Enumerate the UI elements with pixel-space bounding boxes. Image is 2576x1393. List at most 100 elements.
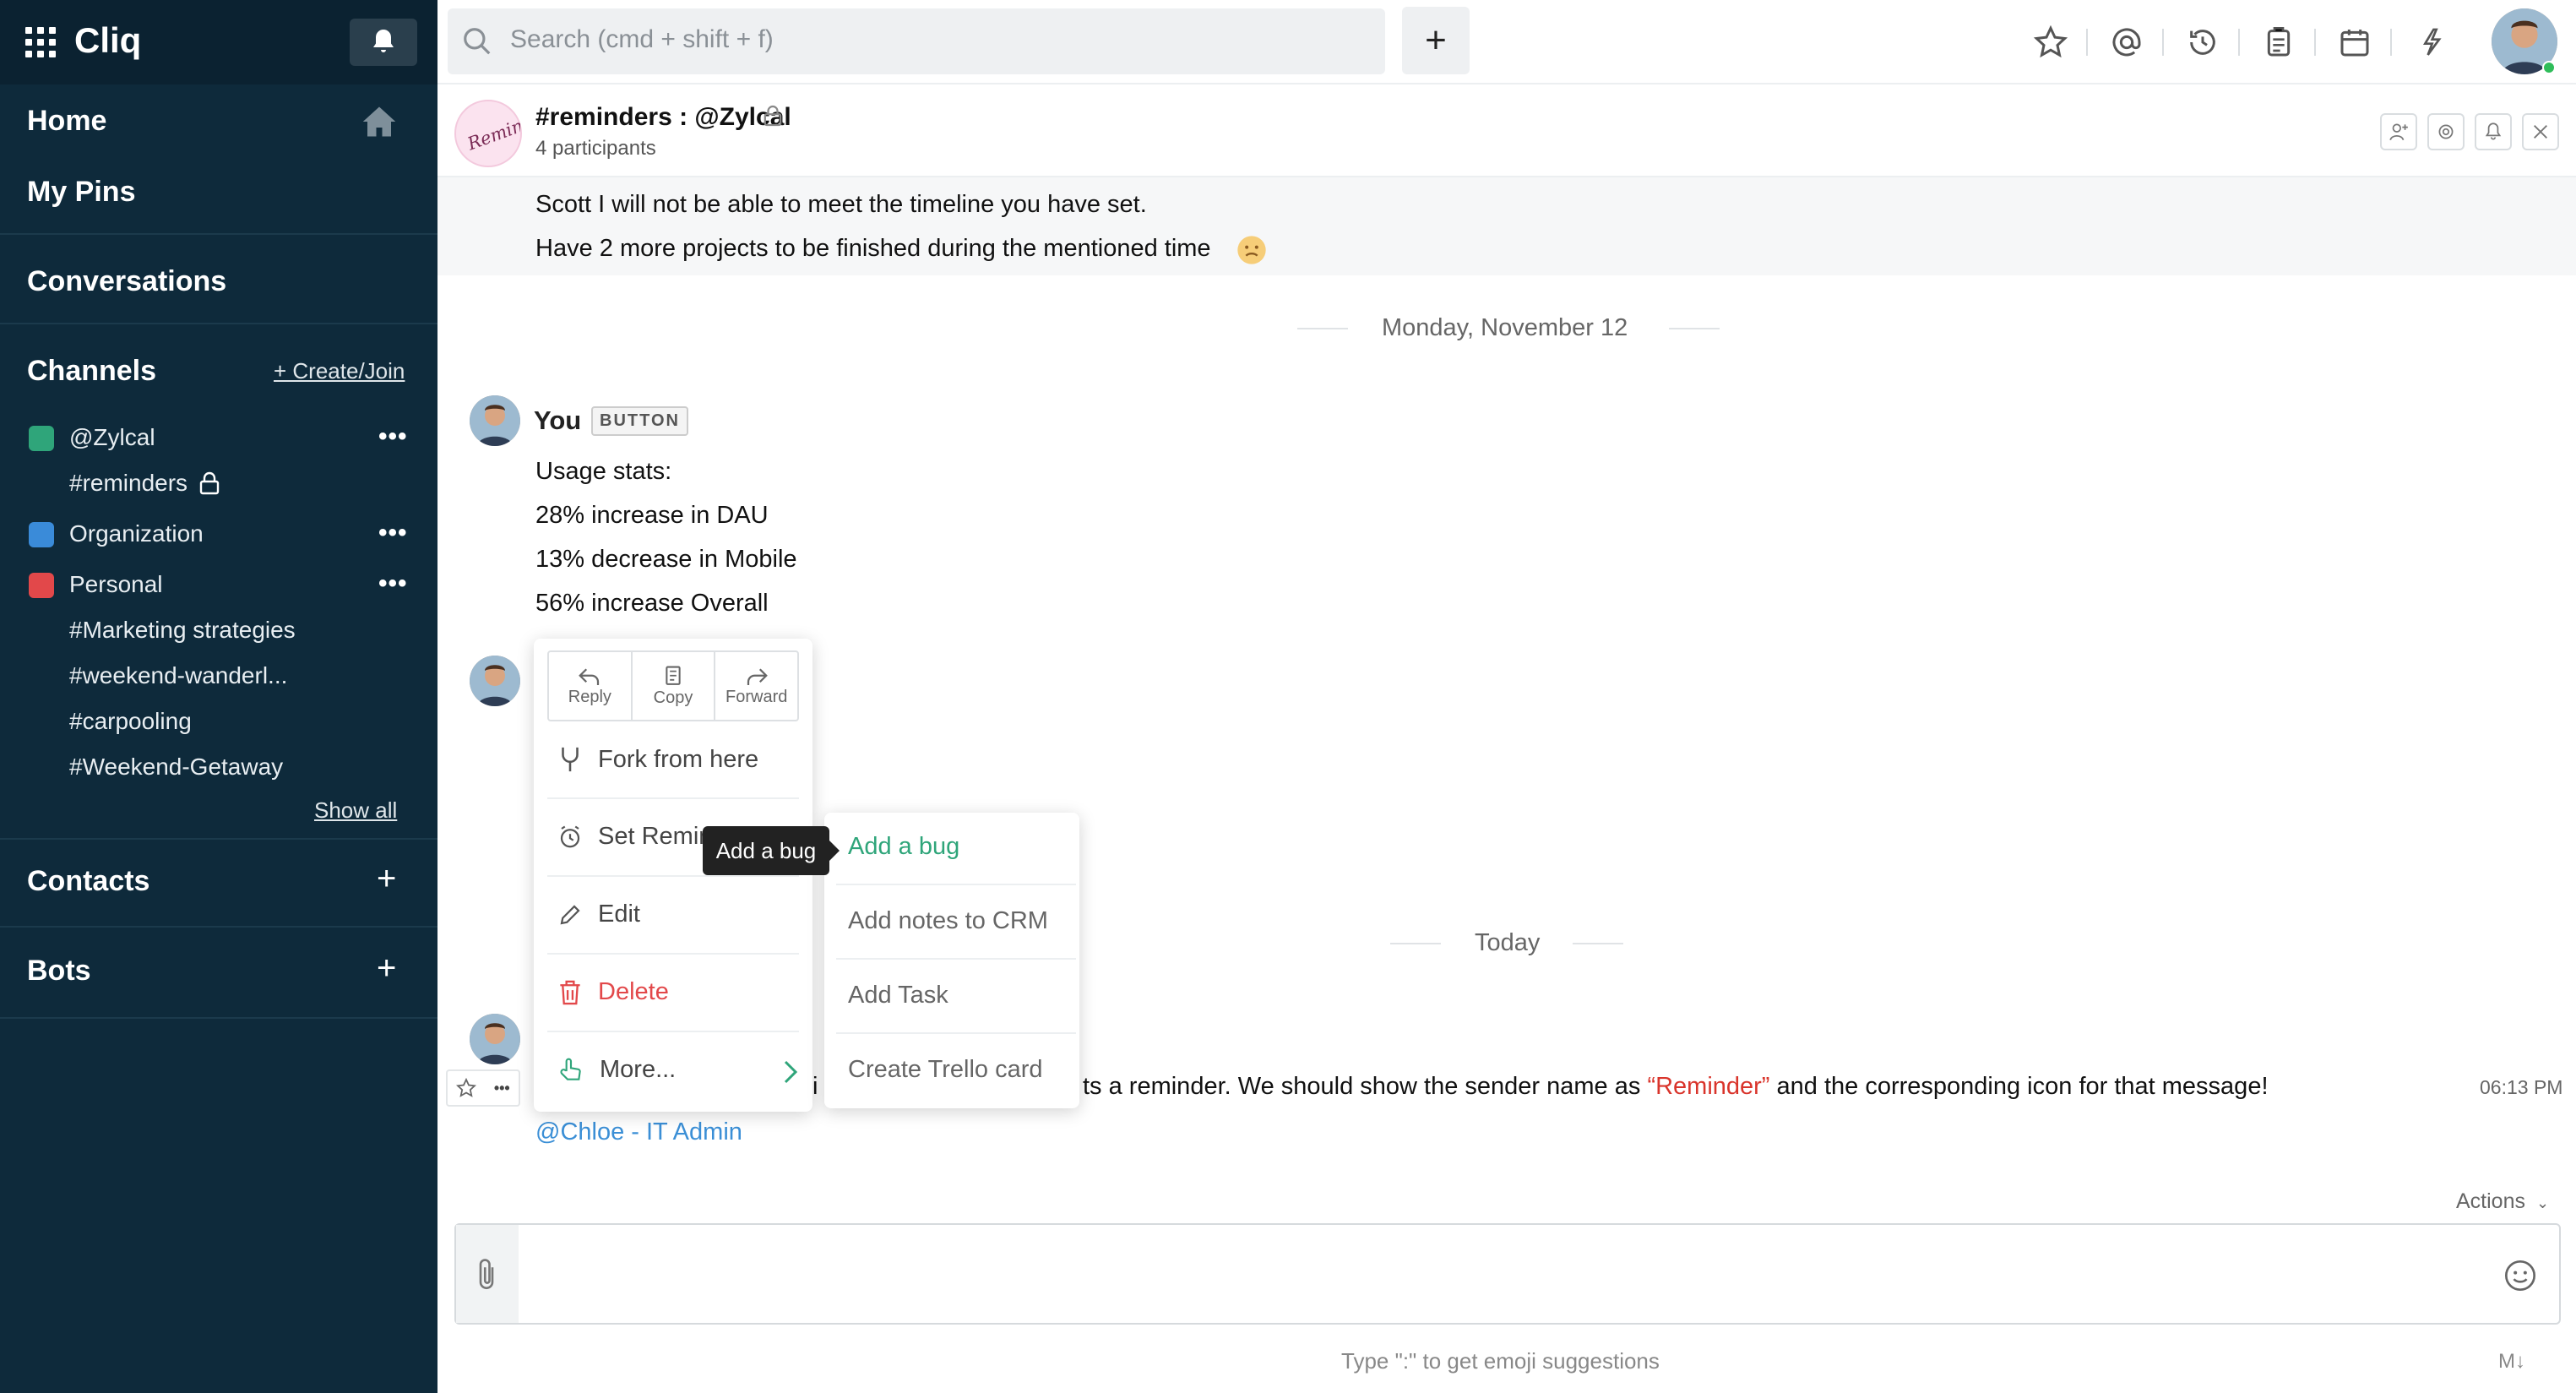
sidebar-item-weekend-getaway[interactable]: #Weekend-Getaway xyxy=(69,754,283,781)
delete-menu-item[interactable]: Delete xyxy=(557,978,669,1006)
forward-label: Forward xyxy=(726,687,788,706)
participant-count[interactable]: 4 participants xyxy=(535,137,656,161)
sidebar-item-weekend-wanderl[interactable]: #weekend-wanderl... xyxy=(69,662,287,689)
trash-icon xyxy=(560,980,580,1004)
call-button[interactable] xyxy=(2427,113,2465,150)
bell-icon xyxy=(2485,122,2502,140)
message-text: ts a reminder. We should show the sender… xyxy=(1083,1073,1641,1100)
sidebar: Cliq Home My Pins Conversations Channels… xyxy=(0,0,437,1393)
sender-avatar[interactable] xyxy=(470,1014,520,1064)
lock-icon xyxy=(199,471,220,495)
new-button[interactable]: + xyxy=(1402,7,1470,74)
divider xyxy=(0,1017,437,1019)
search-placeholder: Search (cmd + shift + f) xyxy=(510,25,774,53)
forward-button[interactable]: Forward xyxy=(715,652,797,720)
mention-icon[interactable] xyxy=(2110,25,2144,59)
notifications-button[interactable] xyxy=(350,19,417,66)
chevron-right-icon xyxy=(784,1060,798,1084)
organization-more-icon[interactable]: ••• xyxy=(378,519,408,547)
sidebar-item-home[interactable]: Home xyxy=(27,105,106,138)
add-task-menu-item[interactable]: Add Task xyxy=(848,982,948,1009)
channel-header xyxy=(437,86,2576,177)
date-divider xyxy=(1390,943,1441,944)
create-trello-card-menu-item[interactable]: Create Trello card xyxy=(848,1056,1043,1084)
copy-button[interactable]: Copy xyxy=(633,652,716,720)
fork-menu-item[interactable]: Fork from here xyxy=(557,745,758,774)
zylcal-more-icon[interactable]: ••• xyxy=(378,422,408,451)
tasks-icon[interactable] xyxy=(2262,25,2296,59)
menu-separator xyxy=(547,797,799,799)
home-icon[interactable] xyxy=(361,105,397,139)
fork-label: Fork from here xyxy=(598,745,759,773)
actions-dropdown[interactable]: Actions ⌄ xyxy=(2456,1189,2549,1214)
set-reminder-menu-item[interactable]: Set Remin xyxy=(557,823,712,851)
integrations-icon[interactable] xyxy=(2414,25,2448,59)
reply-icon xyxy=(579,667,600,685)
edit-menu-item[interactable]: Edit xyxy=(557,901,640,928)
more-options-icon[interactable]: ••• xyxy=(494,1080,510,1097)
sender-name[interactable]: You xyxy=(534,405,581,436)
sender-avatar[interactable] xyxy=(470,395,520,446)
message-text: Scott I will not be able to meet the tim… xyxy=(535,191,1147,218)
alarm-icon xyxy=(560,825,580,847)
sidebar-item-zylcal[interactable]: @Zylcal xyxy=(69,424,155,451)
markdown-toggle[interactable]: M↓ xyxy=(2498,1350,2525,1374)
sad-emoji-icon xyxy=(1237,236,1266,264)
sidebar-item-carpooling[interactable]: #carpooling xyxy=(69,708,192,735)
separator xyxy=(2390,29,2392,56)
add-member-button[interactable] xyxy=(2380,113,2417,150)
menu-separator xyxy=(547,953,799,955)
sidebar-item-marketing[interactable]: #Marketing strategies xyxy=(69,617,296,644)
sidebar-item-reminders[interactable]: #reminders xyxy=(69,470,187,497)
sidebar-item-contacts[interactable]: Contacts xyxy=(27,865,149,898)
message-quote: “Reminder” xyxy=(1647,1073,1770,1100)
star-icon[interactable] xyxy=(2034,25,2068,59)
close-button[interactable] xyxy=(2522,113,2559,150)
message-text: and the corresponding icon for that mess… xyxy=(1776,1073,2269,1100)
message-hover-actions: ••• xyxy=(446,1069,520,1107)
search-icon xyxy=(464,28,491,55)
sender-avatar[interactable] xyxy=(470,656,520,706)
sidebar-item-personal[interactable]: Personal xyxy=(69,571,163,598)
channel-title: #reminders : @Zylcal xyxy=(535,103,791,131)
sidebar-item-channels[interactable]: Channels xyxy=(27,355,156,388)
date-label: Monday, November 12 xyxy=(1382,314,1628,341)
message-text: Have 2 more projects to be finished duri… xyxy=(535,235,1211,262)
sidebar-item-organization[interactable]: Organization xyxy=(69,520,204,547)
mute-button[interactable] xyxy=(2475,113,2512,150)
date-label: Today xyxy=(1475,929,1541,956)
message-input[interactable] xyxy=(454,1223,2561,1325)
copy-label: Copy xyxy=(653,688,693,707)
create-join-link[interactable]: + Create/Join xyxy=(274,358,405,384)
star-icon[interactable] xyxy=(456,1078,477,1098)
menu-separator xyxy=(836,958,1076,960)
add-bug-menu-item[interactable]: Add a bug xyxy=(848,833,959,861)
add-contact-icon[interactable]: + xyxy=(377,860,396,898)
emoji-icon[interactable] xyxy=(2503,1259,2537,1292)
mention-link[interactable]: @Chloe - IT Admin xyxy=(535,1118,742,1146)
sidebar-item-conversations[interactable]: Conversations xyxy=(27,265,226,298)
pencil-icon xyxy=(560,904,580,924)
app-grid-icon[interactable] xyxy=(25,27,56,57)
add-user-icon xyxy=(2389,123,2408,141)
channel-logo-icon: Remind xyxy=(454,100,536,167)
more-label: More... xyxy=(600,1056,677,1083)
actions-label: Actions xyxy=(2456,1189,2525,1213)
edit-label: Edit xyxy=(598,901,640,928)
zylcal-icon xyxy=(29,426,54,451)
reply-button[interactable]: Reply xyxy=(549,652,633,720)
more-menu-item[interactable]: More... xyxy=(557,1056,676,1084)
calendar-icon[interactable] xyxy=(2338,25,2372,59)
add-crm-notes-menu-item[interactable]: Add notes to CRM xyxy=(848,907,1048,935)
attachment-icon[interactable] xyxy=(473,1257,500,1292)
separator xyxy=(2162,29,2164,56)
show-all-link[interactable]: Show all xyxy=(314,797,397,824)
date-divider xyxy=(1669,328,1720,329)
add-bot-icon[interactable]: + xyxy=(377,950,396,988)
sidebar-item-bots[interactable]: Bots xyxy=(27,955,91,988)
history-icon[interactable] xyxy=(2186,25,2220,59)
sidebar-item-my-pins[interactable]: My Pins xyxy=(27,176,135,209)
personal-more-icon[interactable]: ••• xyxy=(378,569,408,598)
divider xyxy=(0,323,437,324)
message-time: 06:13 PM xyxy=(2480,1076,2563,1098)
